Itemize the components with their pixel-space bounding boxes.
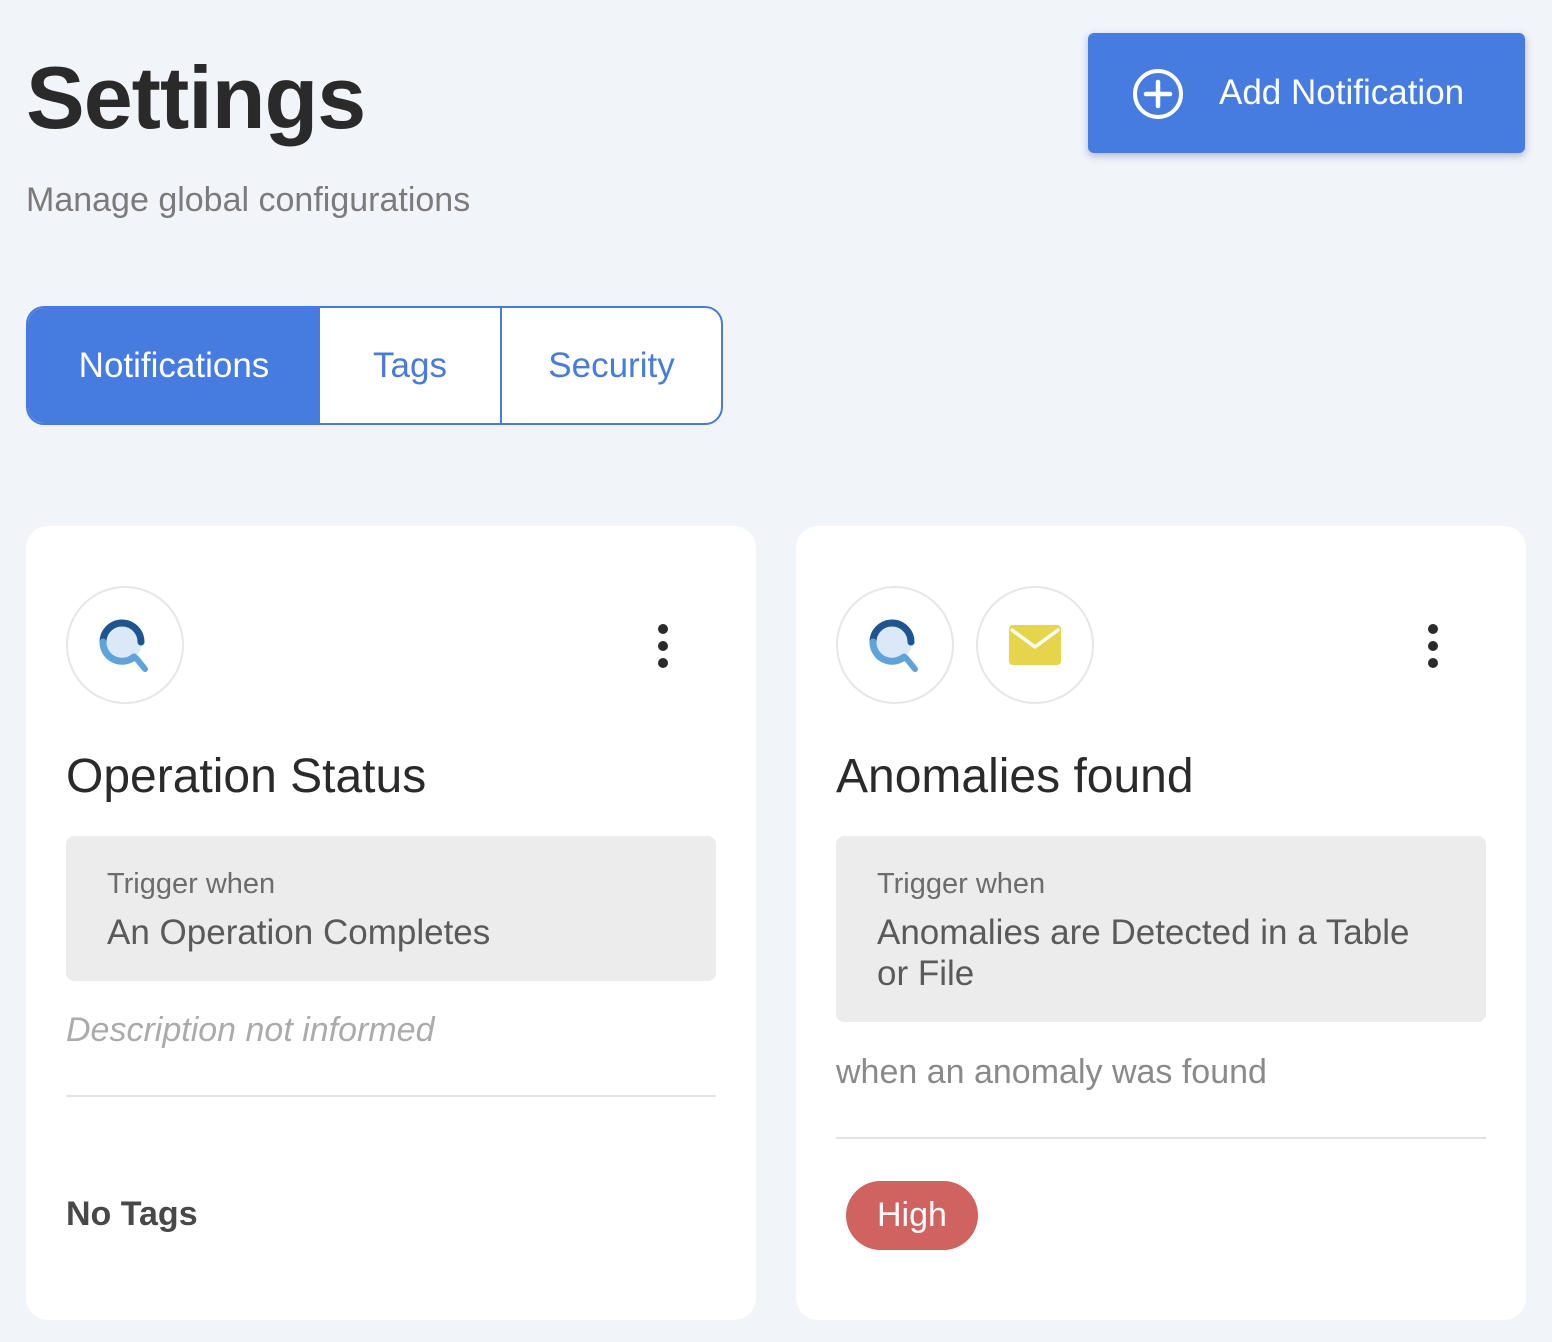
tag-chip-high[interactable]: High <box>846 1181 978 1250</box>
page-subtitle: Manage global configurations <box>26 181 471 219</box>
card-title: Anomalies found <box>836 750 1194 803</box>
card-menu-button[interactable] <box>1421 624 1445 668</box>
notification-card-anomalies-found: Anomalies found Trigger when Anomalies a… <box>796 526 1526 1320</box>
kebab-dot-icon <box>1428 658 1438 668</box>
kebab-dot-icon <box>658 641 668 651</box>
tab-notifications[interactable]: Notifications <box>28 308 320 423</box>
channel-app-badge <box>66 586 184 704</box>
channel-app-badge <box>836 586 954 704</box>
tab-tags[interactable]: Tags <box>320 308 502 423</box>
notification-card-operation-status: Operation Status Trigger when An Operati… <box>26 526 756 1320</box>
channel-email-badge <box>976 586 1094 704</box>
card-description: when an anomaly was found <box>836 1053 1267 1091</box>
trigger-label: Trigger when <box>877 868 1046 900</box>
trigger-box: Trigger when Anomalies are Detected in a… <box>836 836 1486 1022</box>
no-tags-label: No Tags <box>66 1195 198 1233</box>
card-menu-button[interactable] <box>651 624 675 668</box>
kebab-dot-icon <box>658 658 668 668</box>
card-title: Operation Status <box>66 750 427 803</box>
add-notification-label: Add Notification <box>1219 73 1465 112</box>
trigger-box: Trigger when An Operation Completes <box>66 836 716 981</box>
tab-security[interactable]: Security <box>502 308 721 423</box>
settings-tabs: Notifications Tags Security <box>26 306 723 425</box>
app-search-icon <box>99 619 148 672</box>
kebab-dot-icon <box>1428 624 1438 634</box>
kebab-dot-icon <box>1428 641 1438 651</box>
add-notification-button[interactable]: Add Notification <box>1088 33 1525 153</box>
card-divider <box>66 1095 716 1097</box>
settings-page: Settings Manage global configurations Ad… <box>0 0 1552 1342</box>
trigger-label: Trigger when <box>107 868 276 900</box>
card-divider <box>836 1137 1486 1139</box>
mail-icon <box>1009 625 1061 665</box>
card-description: Description not informed <box>66 1011 435 1049</box>
plus-circle-icon <box>1133 69 1183 119</box>
app-search-icon <box>869 619 918 672</box>
page-title: Settings <box>26 48 366 147</box>
kebab-dot-icon <box>658 624 668 634</box>
trigger-value: Anomalies are Detected in a Table or Fil… <box>877 913 1410 993</box>
trigger-value: An Operation Completes <box>107 913 491 952</box>
